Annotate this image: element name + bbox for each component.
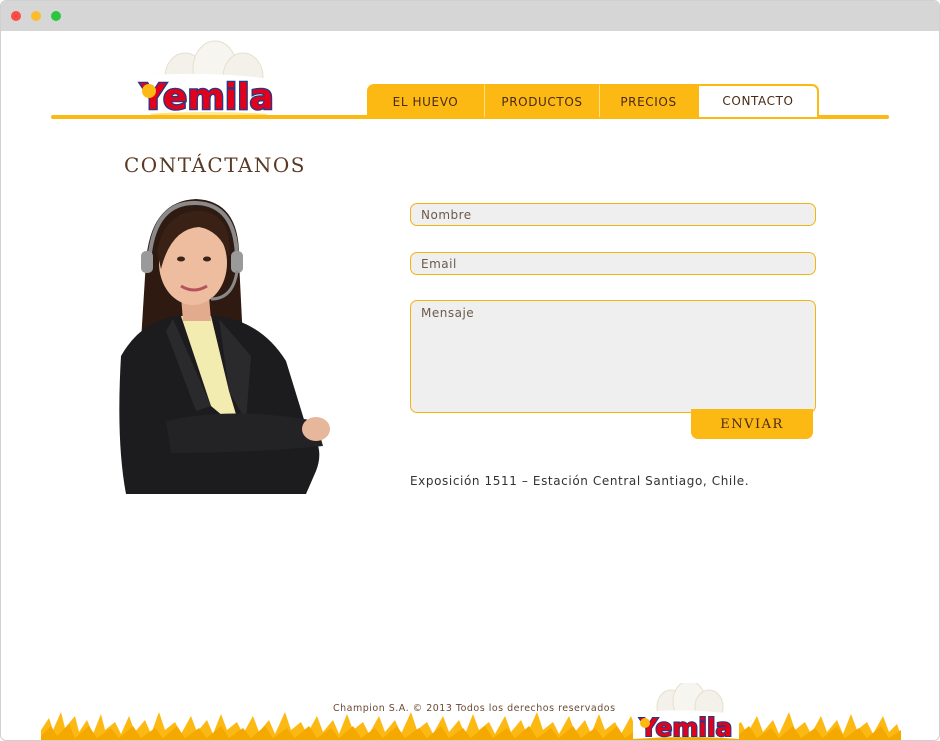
- nav-contacto[interactable]: CONTACTO: [697, 84, 819, 117]
- close-window-button[interactable]: [11, 11, 21, 21]
- footer-copyright: Champion S.A. © 2013 Todos los derechos …: [333, 703, 616, 714]
- minimize-window-button[interactable]: [31, 11, 41, 21]
- nombre-input[interactable]: [410, 203, 816, 226]
- nav-productos[interactable]: PRODUCTOS: [484, 84, 599, 117]
- nav-el-huevo[interactable]: EL HUEVO: [367, 84, 484, 117]
- footer-yemila-logo[interactable]: Yemila: [631, 683, 741, 741]
- mensaje-textarea[interactable]: [410, 300, 816, 413]
- enviar-button[interactable]: ENVIAR: [691, 409, 813, 439]
- footer-logo-wordmark: Yemila: [639, 713, 733, 741]
- nav-precios[interactable]: PRECIOS: [599, 84, 697, 117]
- yemila-logo[interactable]: Yemila: [127, 33, 287, 119]
- maximize-window-button[interactable]: [51, 11, 61, 21]
- window-titlebar: [1, 1, 939, 31]
- main-nav: EL HUEVO PRODUCTOS PRECIOS CONTACTO: [367, 84, 821, 117]
- logo-wordmark: Yemila: [139, 77, 274, 118]
- page-title: CONTÁCTANOS: [124, 153, 306, 177]
- contact-photo: [119, 199, 330, 494]
- browser-window: Yemila EL HUEVO PRODUCTOS PRECIOS CONTAC…: [0, 0, 940, 741]
- address-text: Exposición 1511 – Estación Central Santi…: [410, 474, 750, 488]
- email-input[interactable]: [410, 252, 816, 275]
